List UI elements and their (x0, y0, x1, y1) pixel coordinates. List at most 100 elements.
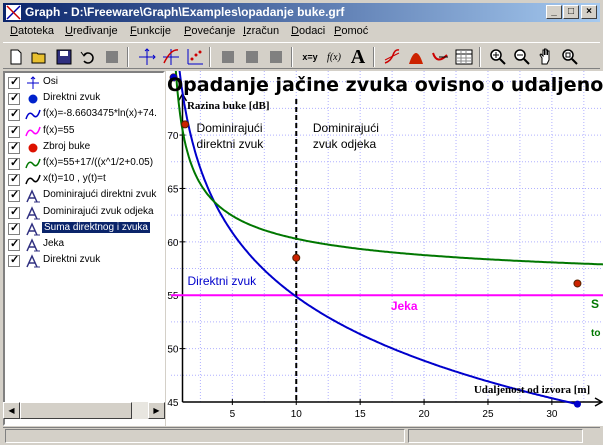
minimize-button[interactable]: _ (546, 5, 562, 19)
menu-povecanje[interactable]: Povećanje (184, 25, 235, 37)
close-button[interactable]: × (581, 5, 597, 19)
title-bar: Graph - D:\Freeware\Graph\Examples\opada… (3, 3, 600, 22)
graph-plot-area[interactable]: 5 10 15 20 25 30 45 50 55 60 65 70 Razina buke [dB] U… (166, 71, 603, 426)
text-label-icon (26, 205, 40, 220)
y-tick-label: 65 (167, 184, 179, 195)
function-list-item[interactable]: Direktni zvuk (5, 91, 163, 107)
annotation-sum: to (591, 328, 600, 339)
app-window: Graph - D:\Freeware\Graph\Examples\opada… (0, 0, 603, 445)
x-axis-label: Udaljenost od izvora [m] (474, 384, 590, 396)
visibility-checkbox[interactable] (8, 237, 20, 251)
y-tick-label: 55 (167, 291, 179, 302)
scroll-right-button[interactable]: ▶ (148, 402, 165, 419)
function-list-item[interactable]: Suma direktnog i zvuka (5, 221, 163, 237)
visibility-checkbox[interactable] (8, 221, 20, 235)
function-list-label: Jeka (43, 238, 65, 249)
visibility-checkbox[interactable] (8, 107, 20, 122)
function-list-item[interactable]: Direktni zvuk (5, 253, 163, 269)
function-list-item[interactable]: Dominirajući zvuk odjeka (5, 205, 163, 221)
shading-icon[interactable] (405, 46, 427, 68)
chart-svg: 5 10 15 20 25 30 45 50 55 60 65 70 Razina buke [dB] U… (167, 71, 603, 420)
text-label-icon (26, 238, 40, 252)
pan-hand-icon[interactable] (535, 46, 557, 68)
function-list-label: Suma direktnog i zvuka (42, 221, 150, 233)
x-tick-label: 30 (546, 409, 558, 420)
window-title: Graph - D:\Freeware\Graph\Examples\opada… (25, 5, 345, 19)
sidebar-horizontal-scrollbar[interactable]: ◀ ▶ (3, 402, 165, 419)
x-tick-label: 5 (230, 409, 236, 420)
text-label-icon (26, 254, 40, 268)
menu-pomoc[interactable]: Pomoć (334, 25, 368, 37)
function-list-item[interactable]: Osi (5, 75, 163, 91)
custom-function-button[interactable]: f(x) (323, 46, 345, 68)
save-icon[interactable] (53, 46, 75, 68)
new-file-icon[interactable] (5, 46, 27, 68)
zoom-out-icon[interactable] (511, 46, 533, 68)
toolbar: x=y f(x) A (3, 42, 600, 69)
visibility-checkbox[interactable] (8, 205, 20, 219)
zoom-in-icon[interactable] (487, 46, 509, 68)
trendline-icon[interactable] (429, 46, 451, 68)
y-tick-label: 60 (167, 238, 179, 249)
relation-button[interactable]: x=y (299, 46, 321, 68)
y-tick-label: 70 (167, 131, 179, 142)
y-tick-label: 50 (167, 345, 179, 356)
annotation-direct-dominant: Dominirajući (197, 121, 263, 135)
scroll-thumb[interactable] (20, 402, 132, 419)
point-series-icon[interactable] (184, 46, 206, 68)
function-list-item[interactable]: f(x)=55+17/((x^1/2+0.05) (5, 156, 163, 172)
visibility-checkbox[interactable] (8, 172, 20, 187)
visibility-checkbox[interactable] (8, 140, 20, 154)
function-list-item[interactable]: f(x)=55 (5, 124, 163, 140)
visibility-checkbox[interactable] (8, 91, 20, 106)
table-icon[interactable] (453, 46, 475, 68)
visibility-checkbox[interactable] (8, 124, 20, 138)
toolbar-separator (373, 47, 375, 67)
disabled-tool-icon (241, 46, 263, 68)
menu-uredivanje[interactable]: Uređivanje (65, 25, 118, 37)
tangent-icon[interactable] (381, 46, 403, 68)
plot-title: Opadanje jačine zvuka ovisno o udaljenos… (167, 74, 603, 96)
menu-izracun[interactable]: Izračun (243, 25, 279, 37)
status-pane-main (5, 429, 405, 443)
blue-dot-icon (28, 94, 38, 104)
open-folder-icon[interactable] (29, 46, 51, 68)
text-label-icon (26, 189, 40, 203)
toolbar-separator (291, 47, 293, 67)
data-point-sum (573, 279, 582, 288)
scroll-left-button[interactable]: ◀ (3, 402, 20, 419)
data-point-sum (292, 253, 301, 262)
red-dot-icon (28, 143, 38, 153)
maximize-button[interactable]: □ (563, 5, 579, 19)
status-bar (3, 427, 600, 443)
function-list-item[interactable]: Zbroj buke (5, 140, 163, 156)
toolbar-separator (209, 47, 211, 67)
x-tick-label: 15 (355, 409, 367, 420)
data-point-sum (181, 120, 190, 129)
function-list-item[interactable]: Dominirajući direktni zvuk (5, 188, 163, 204)
undo-icon[interactable] (77, 46, 99, 68)
menu-dodaci[interactable]: Dodaci (291, 25, 325, 37)
add-function-icon[interactable] (160, 46, 182, 68)
function-list-item[interactable]: x(t)=10 , y(t)=t (5, 172, 163, 188)
menu-datoteka[interactable]: Datoteka (10, 25, 54, 37)
visibility-checkbox[interactable] (8, 156, 20, 170)
insert-text-button[interactable]: A (347, 46, 369, 68)
function-list-item[interactable]: f(x)=-8.6603475*ln(x)+74. (5, 107, 163, 123)
text-label-icon (26, 221, 40, 236)
visibility-checkbox[interactable] (8, 188, 20, 203)
zoom-square-icon[interactable] (559, 46, 581, 68)
menu-funkcije[interactable]: Funkcije (130, 25, 171, 37)
magenta-curve-icon (25, 126, 41, 136)
disabled-tool-icon (217, 46, 239, 68)
status-pane-coords (408, 429, 583, 443)
x-tick-label: 25 (482, 409, 494, 420)
annotation-reverb-dominant: zvuk odjeka (313, 137, 377, 151)
data-point-direct (573, 400, 581, 408)
visibility-checkbox[interactable] (8, 75, 20, 89)
green-curve-icon (25, 158, 41, 169)
visibility-checkbox[interactable] (8, 253, 20, 268)
disabled-tool-icon (265, 46, 287, 68)
axes-icon[interactable] (136, 46, 158, 68)
function-list-item[interactable]: Jeka (5, 237, 163, 253)
